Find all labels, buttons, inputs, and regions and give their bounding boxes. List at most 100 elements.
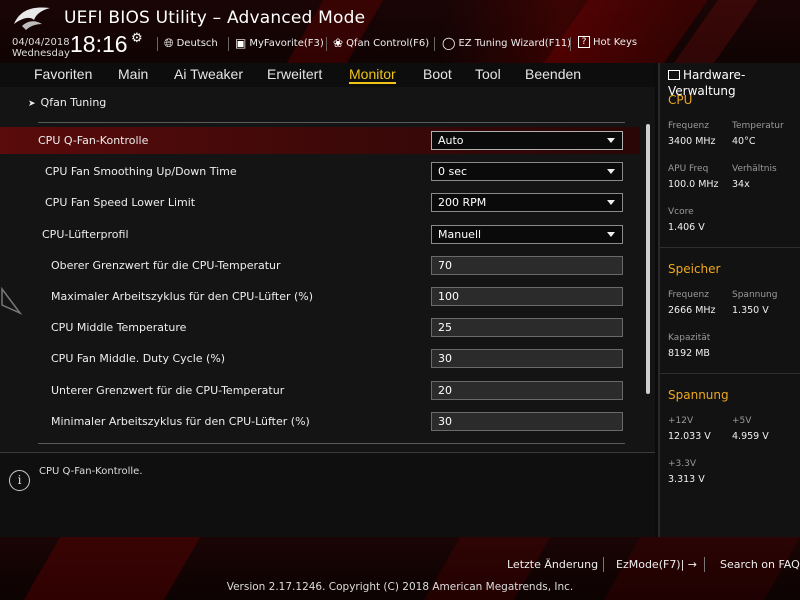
chevron-down-icon — [607, 169, 615, 174]
ezmode-label: EzMode(F7)| — [616, 558, 685, 571]
globe-icon: 🌐︎ — [164, 36, 174, 50]
setting-row-fan-speed-lower-limit[interactable]: CPU Fan Speed Lower Limit 200 RPM — [0, 189, 640, 216]
main-menu-tabs: Favoriten Main Ai Tweaker Erweitert Moni… — [0, 63, 655, 87]
divider — [660, 247, 800, 248]
ez-tuning-button[interactable]: ◯ EZ Tuning Wizard(F11) — [442, 36, 571, 50]
language-button[interactable]: 🌐︎ Deutsch — [164, 36, 218, 51]
ratio-value: 34x — [732, 179, 750, 190]
setting-row-max-duty[interactable]: Maximaler Arbeitszyklus für den CPU-Lüft… — [0, 283, 640, 310]
tab-monitor[interactable]: Monitor — [349, 66, 396, 84]
section-title-cpu: CPU — [668, 93, 693, 107]
v12-value: 12.033 V — [668, 431, 711, 442]
breadcrumb[interactable]: ➤ Qfan Tuning — [28, 96, 106, 109]
fan-smoothing-select[interactable]: 0 sec — [431, 162, 623, 181]
info-icon: i — [9, 470, 30, 491]
tab-boot[interactable]: Boot — [423, 66, 452, 82]
setting-row-lower-temp[interactable]: Unterer Grenzwert für die CPU-Temperatur… — [0, 377, 640, 404]
apu-freq-label: APU Freq — [668, 164, 709, 174]
divider — [326, 37, 327, 51]
fan-speed-lower-limit-select[interactable]: 200 RPM — [431, 193, 623, 212]
mem-capacity-value: 8192 MB — [668, 348, 710, 359]
setting-label: CPU Fan Middle. Duty Cycle (%) — [51, 352, 226, 365]
setting-row-min-duty[interactable]: Minimaler Arbeitszyklus für den CPU-Lüft… — [0, 408, 640, 435]
setting-label: CPU Middle Temperature — [51, 321, 187, 334]
upper-temp-input[interactable]: 70 — [431, 256, 623, 275]
fan-icon: ❀ — [333, 36, 344, 50]
setting-row-fan-smoothing[interactable]: CPU Fan Smoothing Up/Down Time 0 sec — [0, 158, 640, 185]
cpu-fan-profile-select[interactable]: Manuell — [431, 225, 623, 244]
chevron-right-icon: ➤ — [28, 99, 36, 109]
min-duty-input[interactable]: 30 — [431, 412, 623, 431]
exit-arrow-icon: → — [684, 558, 698, 571]
favorite-icon: ▣ — [235, 36, 247, 50]
cpu-freq-label: Frequenz — [668, 121, 709, 131]
select-value: 200 RPM — [438, 196, 487, 209]
divider — [704, 557, 705, 572]
chevron-down-icon — [607, 200, 615, 205]
header-bar: UEFI BIOS Utility – Advanced Mode 04/04/… — [0, 0, 800, 63]
cpu-temp-value: 40°C — [732, 136, 756, 147]
app-title: UEFI BIOS Utility – Advanced Mode — [64, 8, 366, 28]
divider — [603, 557, 604, 572]
search-faq-button[interactable]: Search on FAQ — [720, 558, 800, 571]
mem-volt-value: 1.350 V — [732, 305, 769, 316]
middle-temp-input[interactable]: 25 — [431, 318, 623, 337]
select-value: 0 sec — [438, 165, 468, 178]
setting-label: Maximaler Arbeitszyklus für den CPU-Lüft… — [51, 290, 314, 303]
last-change-button[interactable]: Letzte Änderung — [507, 558, 598, 571]
monitor-icon — [668, 70, 680, 80]
gear-icon[interactable]: ⚙ — [131, 31, 143, 46]
v5-value: 4.959 V — [732, 431, 769, 442]
clock: 18:16 — [70, 31, 128, 57]
setting-row-cpu-qfan-control[interactable]: CPU Q-Fan-Kontrolle Auto — [0, 127, 640, 154]
language-label: Deutsch — [176, 38, 218, 49]
setting-label: Minimaler Arbeitszyklus für den CPU-Lüft… — [51, 415, 310, 428]
setting-row-middle-duty[interactable]: CPU Fan Middle. Duty Cycle (%) 30 — [0, 345, 640, 372]
tab-favoriten[interactable]: Favoriten — [34, 66, 92, 82]
tab-beenden[interactable]: Beenden — [525, 66, 581, 82]
tab-erweitert[interactable]: Erweitert — [267, 66, 322, 82]
myfavorite-button[interactable]: ▣ MyFavorite(F3) — [235, 36, 324, 50]
ez-tuning-label: EZ Tuning Wizard(F11) — [458, 37, 572, 49]
mem-capacity-label: Kapazität — [668, 333, 711, 343]
tab-tool[interactable]: Tool — [475, 66, 501, 82]
middle-duty-input[interactable]: 30 — [431, 349, 623, 368]
setting-label: Unterer Grenzwert für die CPU-Temperatur — [51, 384, 285, 397]
max-duty-input[interactable]: 100 — [431, 287, 623, 306]
tab-ai-tweaker[interactable]: Ai Tweaker — [174, 66, 243, 82]
ezmode-button[interactable]: EzMode(F7)| → — [616, 558, 697, 571]
qfan-control-button[interactable]: ❀ Qfan Control(F6) — [333, 36, 429, 50]
divider — [157, 37, 158, 51]
setting-label: CPU-Lüfterprofil — [42, 228, 129, 241]
section-title-voltage: Spannung — [668, 388, 729, 402]
v33-label: +3.3V — [668, 459, 697, 469]
setting-label: CPU Fan Speed Lower Limit — [45, 196, 196, 209]
cpu-freq-value: 3400 MHz — [668, 136, 716, 147]
divider — [434, 37, 435, 51]
help-text: CPU Q-Fan-Kontrolle. — [39, 466, 143, 477]
select-value: Manuell — [438, 228, 482, 241]
v12-label: +12V — [668, 416, 694, 426]
footer-bar: Letzte Änderung EzMode(F7)| → Search on … — [0, 537, 800, 600]
rog-logo-icon — [14, 7, 50, 30]
hot-keys-button[interactable]: ? Hot Keys — [578, 36, 637, 48]
help-icon: ? — [578, 36, 590, 48]
chevron-down-icon — [607, 232, 615, 237]
lower-temp-input[interactable]: 20 — [431, 381, 623, 400]
help-area: i CPU Q-Fan-Kontrolle. — [0, 452, 655, 537]
tab-main[interactable]: Main — [118, 66, 148, 82]
cpu-qfan-control-select[interactable]: Auto — [431, 131, 623, 150]
hardware-monitor-panel: Hardware-Verwaltung CPU Frequenz Tempera… — [658, 63, 800, 537]
apu-freq-value: 100.0 MHz — [668, 179, 719, 190]
bulb-icon: ◯ — [442, 36, 456, 50]
setting-row-cpu-fan-profile[interactable]: CPU-Lüfterprofil Manuell — [0, 221, 640, 248]
date-text: 04/04/2018 — [12, 37, 70, 48]
date-display: 04/04/2018 Wednesday — [12, 37, 70, 59]
hot-keys-label: Hot Keys — [593, 36, 638, 48]
breadcrumb-label: Qfan Tuning — [40, 96, 107, 109]
scrollbar[interactable] — [646, 124, 650, 394]
setting-row-upper-temp[interactable]: Oberer Grenzwert für die CPU-Temperatur … — [0, 252, 640, 279]
mem-freq-value: 2666 MHz — [668, 305, 716, 316]
setting-row-middle-temp[interactable]: CPU Middle Temperature 25 — [0, 314, 640, 341]
divider — [38, 443, 625, 444]
